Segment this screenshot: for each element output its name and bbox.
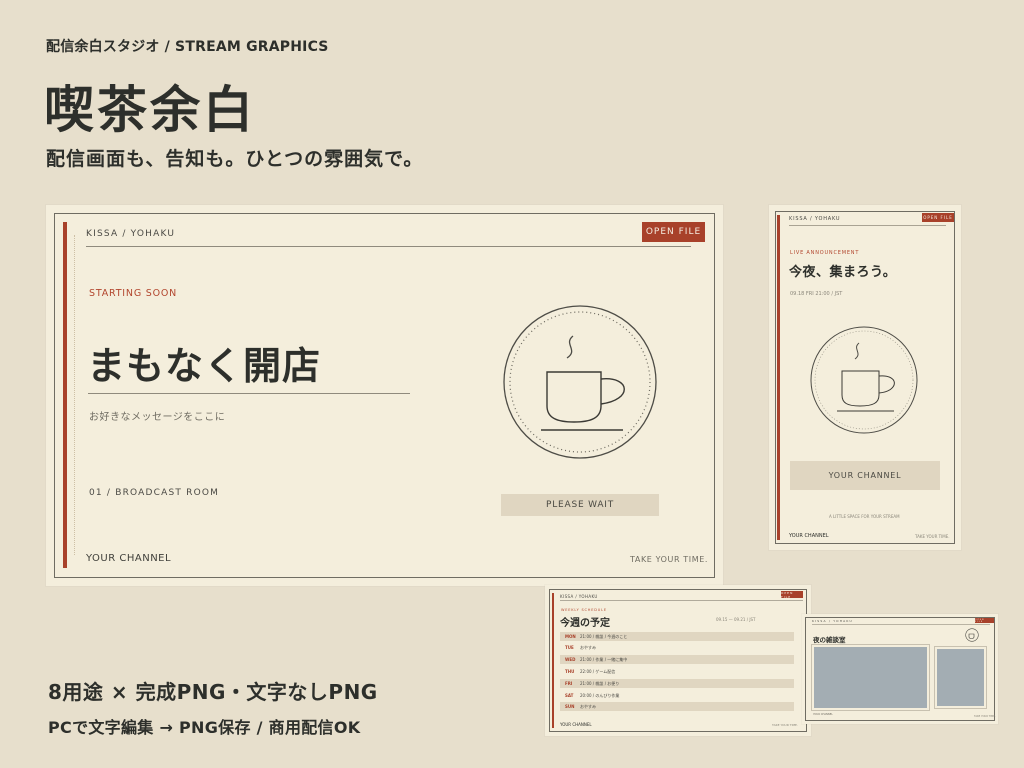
channel-label: YOUR CHANNEL [789, 533, 829, 539]
please-wait-button[interactable]: PLEASE WAIT [501, 494, 659, 516]
take-your-time-label: TAKE YOUR TIME. [630, 555, 709, 564]
message-text: お好きなメッセージをここに [89, 412, 226, 423]
day-label: MON [565, 634, 576, 639]
schedule-text: 20:00 / のんびり作業 [580, 692, 620, 698]
header-rule [560, 600, 803, 601]
preview-announcement: KISSA / YOHAKU OPEN FILE LIVE ANNOUNCEME… [769, 205, 961, 550]
dotted-guide [74, 235, 75, 555]
live-announcement-label: LIVE ANNOUNCEMENT [790, 250, 860, 256]
video-frame-main [811, 644, 930, 711]
take-your-time-label: TAKE YOUR TIME. [974, 715, 996, 718]
open-file-button[interactable]: OPEN FILE [975, 618, 994, 623]
header-rule [812, 624, 990, 625]
open-file-button[interactable]: OPEN FILE [781, 591, 803, 599]
tagline: 配信画面も、告知も。ひとつの雰囲気で。 [46, 148, 424, 170]
accent-bar [777, 215, 780, 540]
schedule-text: 21:00 / 作業 / 一緒に集中 [580, 656, 628, 662]
schedule-text: おやすみ [580, 703, 596, 709]
headline-rule [88, 393, 410, 394]
schedule-title: 今週の予定 [560, 618, 610, 629]
header-rule [789, 225, 946, 226]
open-file-button[interactable]: OPEN FILE [642, 222, 705, 242]
headline: まもなく開店 [87, 344, 322, 388]
table-row: FRI 21:00 / 雑談 / お便り [560, 679, 794, 688]
room-title: 夜の雑談室 [813, 636, 846, 644]
open-file-button[interactable]: OPEN FILE [922, 213, 954, 222]
page-title: 喫茶余白 [44, 81, 256, 139]
schedule-text: 21:00 / 雑談 / 今週のこと [580, 633, 628, 639]
channel-label: YOUR CHANNEL [813, 713, 833, 716]
table-row: TUE おやすみ [560, 643, 794, 652]
room-label: 01 / BROADCAST ROOM [89, 488, 220, 498]
coffee-cup-icon [810, 326, 918, 434]
tagline-small: A LITTLE SPACE FOR YOUR STREAM [829, 514, 900, 519]
brand-line: 配信余白スタジオ / STREAM GRAPHICS [46, 39, 329, 55]
table-row: SUN おやすみ [560, 702, 794, 711]
schedule-text: 21:00 / 雑談 / お便り [580, 680, 620, 686]
schedule-text: 22:00 / ゲーム配信 [580, 668, 616, 674]
card-header-label: KISSA / YOHAKU [812, 619, 853, 623]
preview-starting-soon: KISSA / YOHAKU OPEN FILE STARTING SOON ま… [46, 205, 723, 586]
card-header-label: KISSA / YOHAKU [789, 216, 841, 222]
table-row: THU 22:00 / ゲーム配信 [560, 667, 794, 676]
feature-line-2: PCで文字編集 → PNG保存 / 商用配信OK [48, 718, 361, 737]
day-label: THU [565, 669, 575, 674]
weekly-schedule-label: WEEKLY SCHEDULE [561, 608, 607, 612]
channel-label: YOUR CHANNEL [86, 553, 172, 564]
day-label: SAT [565, 693, 574, 698]
day-label: SUN [565, 704, 575, 709]
table-row: WED 21:00 / 作業 / 一緒に集中 [560, 655, 794, 664]
schedule-text: おやすみ [580, 644, 596, 650]
day-label: TUE [565, 645, 574, 650]
day-label: WED [565, 657, 576, 662]
table-row: SAT 20:00 / のんびり作業 [560, 691, 794, 700]
headline: 今夜、集まろう。 [789, 265, 897, 280]
date-label: 09.18 FRI 21:00 / JST [790, 291, 843, 297]
day-label: FRI [565, 681, 573, 686]
feature-line-1: 8用途 × 完成PNG・文字なしPNG [48, 680, 378, 704]
coffee-cup-icon [965, 628, 979, 642]
starting-soon-label: STARTING SOON [89, 288, 178, 299]
header-rule [86, 246, 691, 247]
take-your-time-label: TAKE YOUR TIME. [772, 723, 798, 727]
preview-weekly-schedule: KISSA / YOHAKU OPEN FILE WEEKLY SCHEDULE… [545, 585, 811, 736]
date-range: 09.15 — 09.21 / JST [716, 617, 756, 622]
table-row: MON 21:00 / 雑談 / 今週のこと [560, 632, 794, 641]
your-channel-button[interactable]: YOUR CHANNEL [790, 461, 940, 490]
channel-label: YOUR CHANNEL [560, 722, 592, 727]
card-header-label: KISSA / YOHAKU [86, 229, 176, 239]
preview-chat-room: KISSA / YOHAKU OPEN FILE 夜の雑談室 YOUR CHAN… [802, 614, 998, 724]
accent-bar [63, 222, 67, 568]
coffee-cup-icon [503, 305, 657, 459]
card-header-label: KISSA / YOHAKU [560, 594, 598, 599]
accent-bar [552, 593, 554, 728]
video-frame-side [934, 646, 987, 709]
take-your-time-label: TAKE YOUR TIME. [915, 534, 950, 539]
